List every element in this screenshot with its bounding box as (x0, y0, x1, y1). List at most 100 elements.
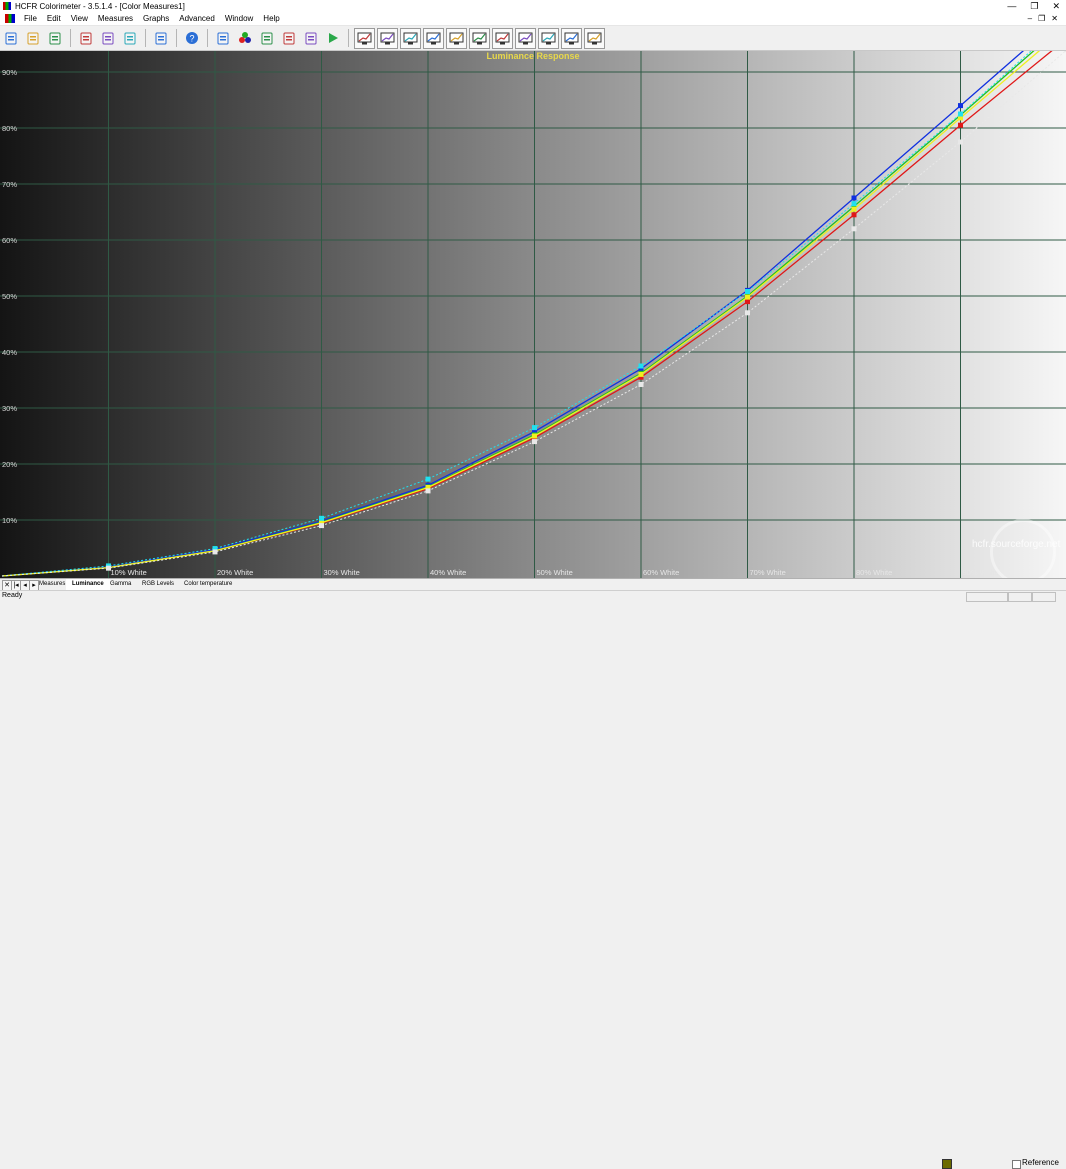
close-button[interactable]: ✕ (1052, 0, 1060, 12)
sensor-icon[interactable] (213, 28, 233, 48)
data-point-marker (426, 488, 431, 493)
x-tick-label: 20% White (217, 568, 253, 577)
data-point-marker (745, 289, 750, 294)
menu-advanced[interactable]: Advanced (174, 12, 220, 25)
graph-near-black-icon[interactable] (492, 28, 513, 49)
x-tick-label: 30% White (324, 568, 360, 577)
graph-color-temp-icon[interactable] (423, 28, 444, 49)
toolbar-separator (176, 29, 177, 47)
data-point-marker (958, 123, 963, 128)
reference-checkbox[interactable] (1012, 1160, 1021, 1169)
graph-gamma-icon[interactable] (377, 28, 398, 49)
menu-help[interactable]: Help (258, 12, 284, 25)
graph-luminance-icon (357, 32, 372, 45)
restore-button[interactable]: ❐ (1030, 0, 1038, 12)
data-point-marker (106, 566, 111, 571)
graph-saturation-icon[interactable] (469, 28, 490, 49)
luminance-chart: 10%20%30%40%50%60%70%80%90% 10% White20%… (0, 51, 1066, 578)
new-document-icon (4, 31, 18, 45)
menu-file[interactable]: File (19, 12, 42, 25)
status-panel (1032, 592, 1056, 602)
open-folder-icon[interactable] (23, 28, 43, 48)
menu-graphs[interactable]: Graphs (138, 12, 174, 25)
paste-icon[interactable] (120, 28, 140, 48)
calibrate-icon (282, 31, 296, 45)
chart-background (0, 51, 1066, 578)
y-tick-label: 10% (2, 516, 17, 525)
data-point-marker (852, 201, 857, 206)
y-tick-label: 80% (2, 124, 17, 133)
graph-spectrum-icon (564, 32, 579, 45)
toolbar-separator (70, 29, 71, 47)
tab-color-temperature[interactable]: Color temperature (178, 579, 238, 590)
mdi-close-button[interactable]: ✕ (1051, 12, 1058, 25)
mdi-minimize-button[interactable]: – (1028, 12, 1032, 25)
new-document-icon[interactable] (1, 28, 21, 48)
open-folder-icon (26, 31, 40, 45)
toolbar-separator (145, 29, 146, 47)
minimize-button[interactable]: — (1007, 0, 1016, 12)
y-tick-label: 50% (2, 292, 17, 301)
camera-icon[interactable] (301, 28, 321, 48)
play-icon[interactable] (323, 28, 343, 48)
copy-icon (101, 31, 115, 45)
graph-rgb-levels-icon[interactable] (400, 28, 421, 49)
data-point-marker (319, 523, 324, 528)
cut-icon[interactable] (76, 28, 96, 48)
y-tick-label: 60% (2, 236, 17, 245)
data-point-marker (639, 364, 644, 369)
calibrate-icon[interactable] (279, 28, 299, 48)
tab-gamma[interactable]: Gamma (104, 579, 137, 590)
graph-near-white-icon[interactable] (515, 28, 536, 49)
mdi-restore-button[interactable]: ❐ (1038, 12, 1045, 25)
print-icon (154, 31, 168, 45)
menu-window[interactable]: Window (220, 12, 258, 25)
x-tick-label: 50% White (537, 568, 573, 577)
graph-lum-sat-icon[interactable] (538, 28, 559, 49)
data-point-marker (745, 310, 750, 315)
menu-view[interactable]: View (66, 12, 93, 25)
toolbar-separator (348, 29, 349, 47)
print-icon[interactable] (151, 28, 171, 48)
document-icon[interactable] (5, 14, 15, 23)
help-icon[interactable]: ? (182, 28, 202, 48)
tab-rgb-levels[interactable]: RGB Levels (136, 579, 180, 590)
color-wheel-icon[interactable] (257, 28, 277, 48)
data-point-marker (532, 434, 537, 439)
graph-monitor-icon (587, 32, 602, 45)
copy-icon[interactable] (98, 28, 118, 48)
data-point-marker (852, 226, 857, 231)
paste-icon (123, 31, 137, 45)
x-tick-label: 70% White (750, 568, 786, 577)
flag-icon (942, 1159, 952, 1169)
window-title: HCFR Colorimeter - 3.5.1.4 - [Color Meas… (15, 2, 185, 11)
y-tick-label: 20% (2, 460, 17, 469)
menu-measures[interactable]: Measures (93, 12, 138, 25)
graph-spectrum-icon[interactable] (561, 28, 582, 49)
graph-cie-icon[interactable] (446, 28, 467, 49)
luminance-graph: 10%20%30%40%50%60%70%80%90% 10% White20%… (0, 51, 1066, 578)
graph-lum-sat-icon (541, 32, 556, 45)
data-point-marker (532, 425, 537, 430)
menu-edit[interactable]: Edit (42, 12, 66, 25)
graph-saturation-icon (472, 32, 487, 45)
y-tick-label: 70% (2, 180, 17, 189)
help-icon: ? (185, 31, 199, 45)
graph-luminance-icon[interactable] (354, 28, 375, 49)
data-point-marker (852, 196, 857, 201)
x-tick-label: 40% White (430, 568, 466, 577)
data-point-marker (745, 299, 750, 304)
data-point-marker (532, 439, 537, 444)
generator-rgb-icon[interactable] (235, 28, 255, 48)
data-point-marker (426, 477, 431, 482)
graph-monitor-icon[interactable] (584, 28, 605, 49)
reference-label: Reference (1022, 1158, 1059, 1167)
y-tick-label: 40% (2, 348, 17, 357)
camera-icon (304, 31, 318, 45)
data-point-marker (639, 372, 644, 377)
sensor-icon (216, 31, 230, 45)
mdi-controls: – ❐ ✕ (1028, 12, 1058, 25)
save-icon[interactable] (45, 28, 65, 48)
data-point-marker (958, 112, 963, 117)
play-icon (326, 31, 340, 45)
